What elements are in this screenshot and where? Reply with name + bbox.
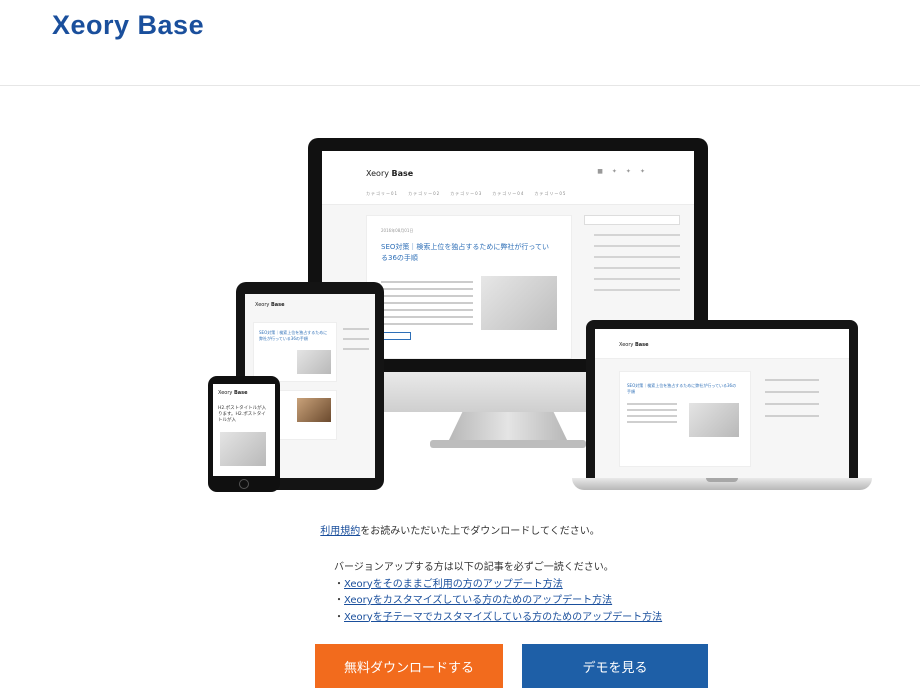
list-item: ・Xeoryを子テーマでカスタマイズしている方のためのアップデート方法 — [334, 611, 663, 623]
free-download-button[interactable]: 無料ダウンロードする — [315, 644, 503, 688]
update-link-plain[interactable]: Xeoryをそのままご利用の方のアップデート方法 — [344, 579, 563, 590]
site-logo[interactable]: Xeory Base — [52, 10, 204, 41]
social-icons: ■✦✦✦ — [597, 168, 654, 175]
phone-mockup: Xeory Base H2.ポストタイトルが入ります。H2.ポストタイトルが入 — [208, 376, 280, 492]
terms-notice: 利用規約をお読みいただいた上でダウンロードしてください。 — [320, 526, 600, 537]
screen-article-card: 2016年08月01日 SEO対策｜検索上位を独占するために弊社が行っている36… — [366, 215, 572, 359]
screen-sidebar — [584, 215, 680, 300]
screen-logo: Xeory Base — [366, 169, 414, 178]
devices-mockup-image: Xeory Base ■✦✦✦ カテゴリー01 カテゴリー02 カテゴリー03 カテゴ… — [200, 128, 872, 508]
list-item: ・Xeoryをカスタマイズしている方のためのアップデート方法 — [334, 595, 613, 606]
article-thumbnail — [481, 276, 557, 330]
screen-nav: カテゴリー01 カテゴリー02 カテゴリー03 カテゴリー04 カテゴリー05 — [366, 191, 567, 196]
terms-link[interactable]: 利用規約 — [320, 526, 360, 537]
update-link-child-theme[interactable]: Xeoryを子テーマでカスタマイズしている方のためのアップデート方法 — [344, 612, 662, 623]
view-demo-button[interactable]: デモを見る — [522, 644, 708, 688]
site-header: Xeory Base — [0, 0, 920, 86]
update-intro: バージョンアップする方は以下の記事を必ずご一読ください。 — [334, 562, 614, 573]
list-item: ・Xeoryをそのままご利用の方のアップデート方法 — [334, 578, 563, 590]
update-link-customized[interactable]: Xeoryをカスタマイズしている方のためのアップデート方法 — [344, 595, 612, 606]
update-notice: バージョンアップする方は以下の記事を必ずご一読ください。 ・Xeoryをそのまま… — [334, 560, 662, 626]
laptop-mockup: Xeory Base SEO対策｜検索上位を独占するために弊社が行っている36の… — [572, 320, 872, 494]
